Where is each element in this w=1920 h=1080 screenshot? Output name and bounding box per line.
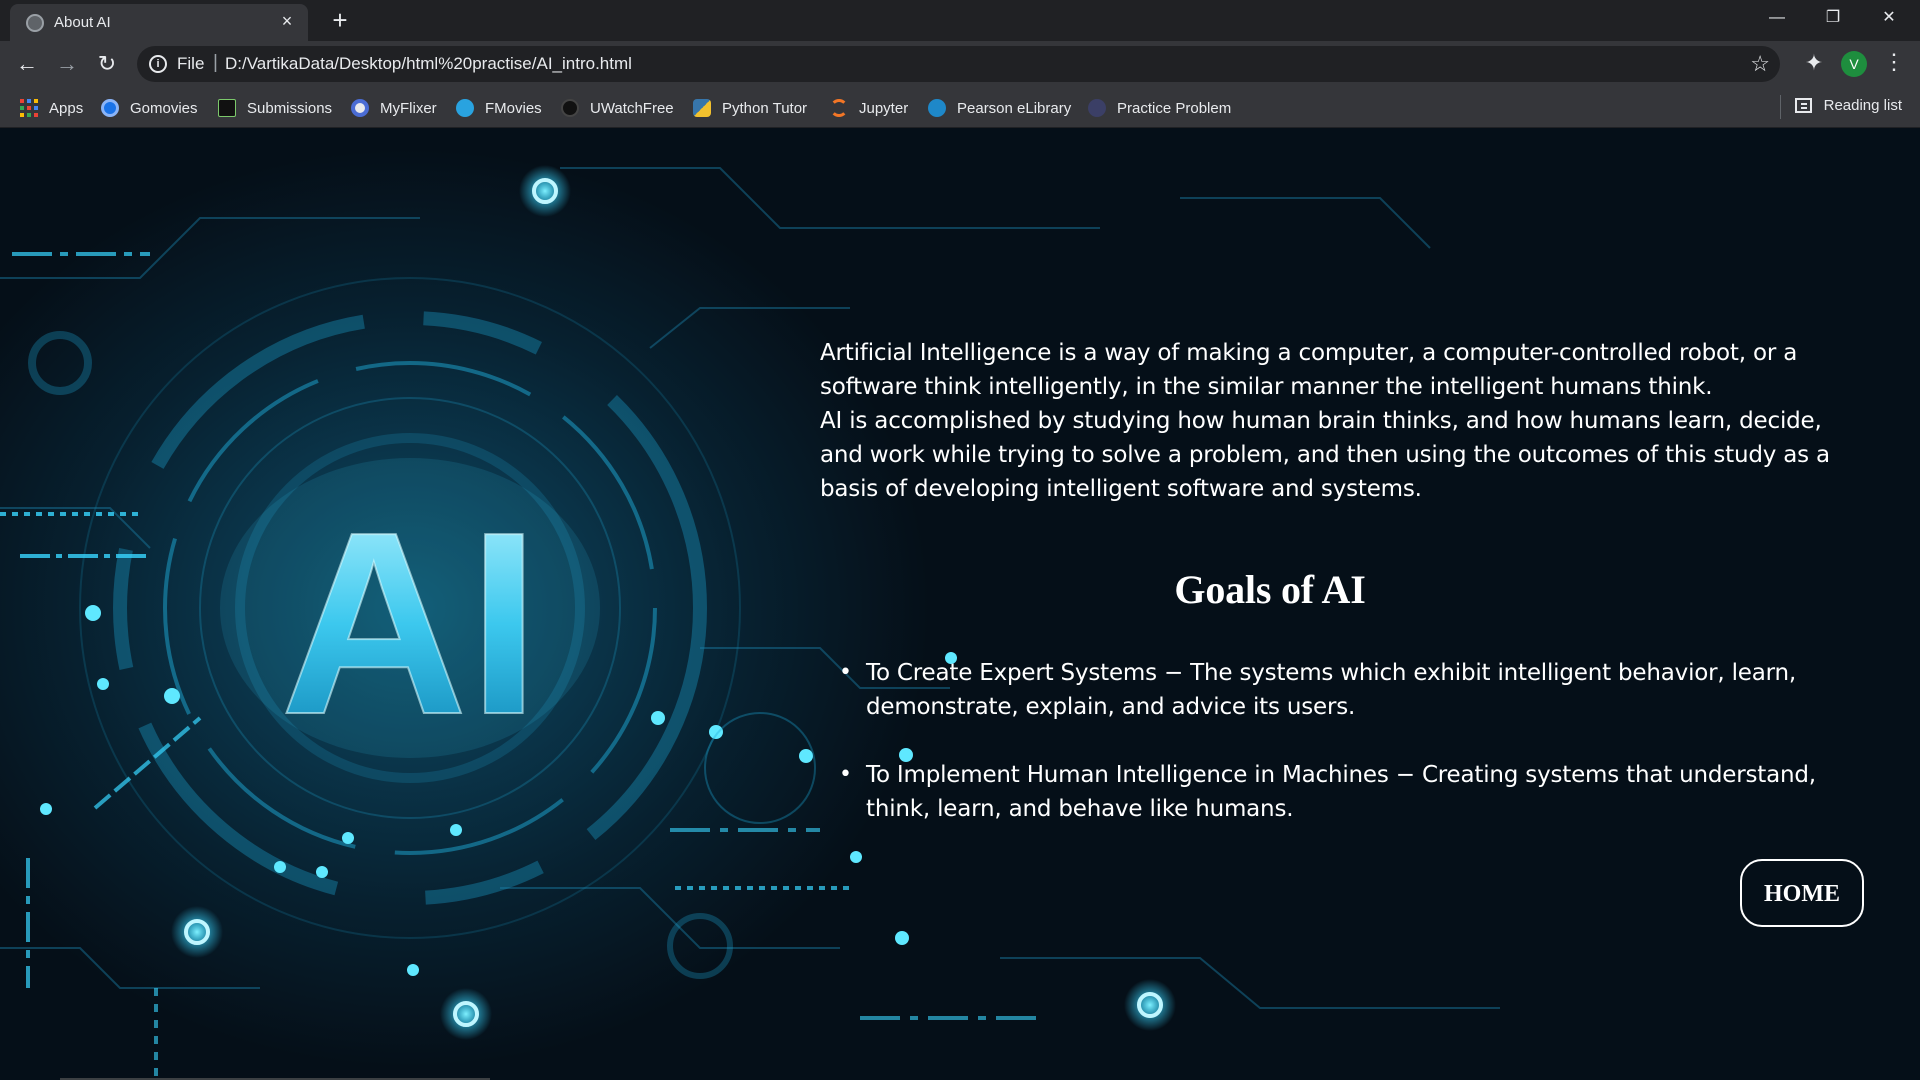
bookmark-star-icon[interactable]: ☆	[1750, 51, 1770, 77]
gomovies-icon	[101, 99, 119, 117]
goal-item: To Implement Human Intelligence in Machi…	[839, 758, 1826, 826]
python-icon	[693, 99, 711, 117]
bookmarks-bar: Apps Gomovies Submissions MyFlixer FMovi…	[0, 87, 1920, 128]
bookmark-submissions[interactable]: Submissions	[218, 97, 332, 119]
bookmark-label: Apps	[49, 99, 84, 117]
globe-icon	[26, 14, 44, 32]
intro-text: Artificial Intelligence is a way of maki…	[820, 336, 1830, 506]
bookmark-label: Practice Problem	[1117, 99, 1232, 117]
bookmark-practice-problem[interactable]: Practice Problem	[1088, 97, 1231, 119]
bookmark-jupyter[interactable]: Jupyter	[830, 97, 908, 119]
bookmark-label: MyFlixer	[380, 99, 437, 117]
address-bar[interactable]: i File | D:/VartikaData/Desktop/html%20p…	[137, 46, 1780, 82]
goals-heading: Goals of AI	[1174, 567, 1366, 612]
bookmark-label: FMovies	[485, 99, 542, 117]
bookmark-label: Jupyter	[859, 99, 909, 117]
back-button[interactable]: ←	[13, 50, 41, 78]
browser-toolbar: ← → ↻ i File | D:/VartikaData/Desktop/ht…	[0, 41, 1920, 87]
bookmark-fmovies[interactable]: FMovies	[456, 97, 542, 119]
reading-list-button[interactable]: Reading list	[1794, 97, 1902, 114]
goals-list: To Create Expert Systems − The systems w…	[839, 656, 1826, 860]
browser-menu-icon[interactable]: ⋮	[1880, 49, 1908, 75]
submissions-icon	[218, 99, 236, 117]
info-icon[interactable]: i	[149, 55, 167, 73]
close-tab-icon[interactable]: ×	[276, 10, 298, 32]
close-window-button[interactable]: ✕	[1866, 4, 1912, 32]
forward-button[interactable]: →	[53, 50, 81, 78]
bookmark-label: Submissions	[247, 99, 333, 117]
extensions-icon[interactable]: ✦	[1800, 50, 1828, 76]
myflixer-icon	[351, 99, 369, 117]
url-separator: |	[213, 52, 218, 73]
bookmark-label: Python Tutor	[722, 99, 808, 117]
new-tab-button[interactable]: +	[326, 6, 354, 34]
bookmark-pearson[interactable]: Pearson eLibrary	[928, 97, 1071, 119]
bookmark-uwatchfree[interactable]: UWatchFree	[561, 97, 674, 119]
page-viewport: AI Artificial Intelligence is a way of m…	[0, 128, 1920, 1080]
reading-list-icon	[1794, 98, 1812, 113]
bookmark-apps[interactable]: Apps	[20, 97, 83, 119]
uwatchfree-icon	[561, 99, 579, 117]
ai-hero-graphic: AI	[220, 458, 600, 770]
intro-paragraph-2: AI is accomplished by studying how human…	[820, 408, 1830, 502]
pearson-icon	[928, 99, 946, 117]
intro-paragraph-1: Artificial Intelligence is a way of maki…	[820, 340, 1798, 400]
url-text[interactable]: D:/VartikaData/Desktop/html%20practise/A…	[225, 54, 632, 74]
main-content: Artificial Intelligence is a way of maki…	[820, 336, 1830, 822]
minimize-button[interactable]: —	[1754, 4, 1800, 32]
bookmark-label: Gomovies	[130, 99, 198, 117]
url-scheme: File	[177, 54, 205, 73]
bookmark-myflixer[interactable]: MyFlixer	[351, 97, 437, 119]
fmovies-icon	[456, 99, 474, 117]
bookmarks-divider	[1780, 95, 1781, 119]
goal-item: To Create Expert Systems − The systems w…	[839, 656, 1826, 724]
reload-button[interactable]: ↻	[93, 50, 121, 78]
practice-icon	[1088, 99, 1106, 117]
profile-avatar[interactable]: V	[1841, 51, 1867, 77]
jupyter-icon	[830, 99, 848, 117]
apps-grid-icon	[20, 99, 38, 117]
home-button[interactable]: HOME	[1740, 859, 1864, 927]
bookmark-label: Pearson eLibrary	[957, 99, 1072, 117]
bookmark-label: UWatchFree	[590, 99, 674, 117]
tab-strip: About AI × + — ❐ ✕	[0, 0, 1920, 41]
bookmark-gomovies[interactable]: Gomovies	[101, 97, 198, 119]
browser-tab[interactable]: About AI ×	[10, 4, 308, 41]
ai-hero-text: AI	[280, 479, 540, 769]
reading-list-label: Reading list	[1823, 97, 1902, 114]
bookmark-python-tutor[interactable]: Python Tutor	[693, 97, 807, 119]
tab-title: About AI	[54, 14, 111, 31]
restore-button[interactable]: ❐	[1810, 4, 1856, 32]
